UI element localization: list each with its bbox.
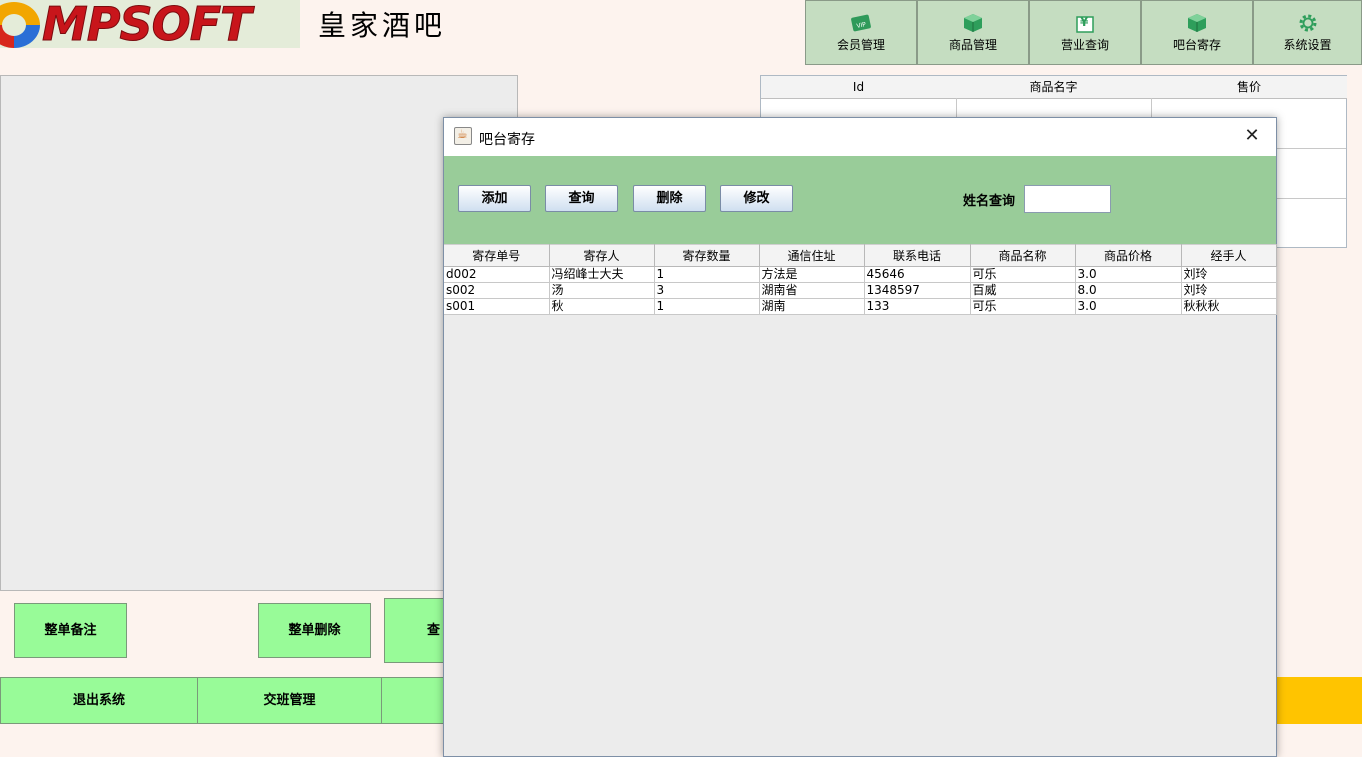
table-cell[interactable]: 8.0 [1075, 282, 1182, 299]
box-icon [962, 12, 984, 34]
column-header[interactable]: 通信住址 [759, 244, 865, 267]
nav-business-query[interactable]: ¥ 营业查询 [1029, 0, 1141, 65]
app-title: 皇家酒吧 [318, 9, 447, 42]
dialog-title: 吧台寄存 [479, 132, 535, 148]
orange-button[interactable] [1276, 677, 1362, 724]
storage-table: 寄存单号 寄存人 寄存数量 通信住址 联系电话 商品名称 商品价格 经手人 d0… [444, 244, 1277, 315]
order-delete-button[interactable]: 整单删除 [258, 603, 371, 658]
nav-bar-storage[interactable]: 吧台寄存 [1141, 0, 1253, 65]
table-row[interactable]: s002 汤 3 湖南省 1348597 百威 8.0 刘玲 [444, 282, 1277, 299]
table-cell[interactable]: 3 [654, 282, 760, 299]
table-cell[interactable]: 百威 [970, 282, 1076, 299]
column-header[interactable]: 售价 [1151, 76, 1347, 99]
table-cell[interactable]: 方法是 [759, 266, 865, 283]
column-header[interactable]: 商品名字 [956, 76, 1152, 99]
table-header-row: 寄存单号 寄存人 寄存数量 通信住址 联系电话 商品名称 商品价格 经手人 [444, 244, 1277, 267]
table-cell[interactable]: d002 [444, 266, 550, 283]
order-note-button[interactable]: 整单备注 [14, 603, 127, 658]
java-cup-icon [454, 127, 472, 145]
edit-button[interactable]: 修改 [720, 185, 793, 212]
table-cell[interactable]: 45646 [864, 266, 971, 283]
column-header[interactable]: 寄存数量 [654, 244, 760, 267]
table-cell[interactable]: 湖南省 [759, 282, 865, 299]
table-cell[interactable]: 秋秋秋 [1181, 298, 1277, 315]
nav-label: 商品管理 [948, 38, 997, 52]
name-search-input[interactable] [1024, 185, 1111, 213]
table-cell[interactable]: s001 [444, 298, 550, 315]
logo: MPSOFT [0, 0, 300, 48]
table-cell[interactable]: 3.0 [1075, 298, 1182, 315]
gear-icon [1297, 12, 1319, 34]
column-header[interactable]: 商品名称 [970, 244, 1076, 267]
table-cell[interactable]: 汤 [549, 282, 655, 299]
exit-system-button[interactable]: 退出系统 [0, 677, 198, 724]
order-panel [0, 75, 518, 591]
logo-mark-icon [0, 2, 40, 48]
svg-text:¥: ¥ [1080, 15, 1089, 29]
add-button[interactable]: 添加 [458, 185, 531, 212]
table-cell[interactable]: 1 [654, 298, 760, 315]
vip-card-icon: VIP [850, 12, 872, 34]
logo-text: MPSOFT [42, 0, 253, 48]
dialog-titlebar[interactable]: 吧台寄存 ✕ [444, 118, 1276, 156]
column-header[interactable]: 经手人 [1181, 244, 1277, 267]
delete-button[interactable]: 删除 [633, 185, 706, 212]
nav-member-management[interactable]: VIP 会员管理 [805, 0, 917, 65]
query-button[interactable]: 查询 [545, 185, 618, 212]
column-header[interactable]: Id [761, 76, 957, 99]
table-cell[interactable]: 1348597 [864, 282, 971, 299]
column-header[interactable]: 联系电话 [864, 244, 971, 267]
bottom-button[interactable] [381, 677, 451, 724]
column-header[interactable]: 寄存人 [549, 244, 655, 267]
table-cell[interactable]: 1 [654, 266, 760, 283]
table-cell[interactable]: 133 [864, 298, 971, 315]
bar-storage-dialog: 吧台寄存 ✕ 添加 查询 删除 修改 姓名查询 寄存单号 寄存人 寄存数量 通信… [443, 117, 1277, 757]
table-row[interactable]: s001 秋 1 湖南 133 可乐 3.0 秋秋秋 [444, 298, 1277, 315]
nav-product-management[interactable]: 商品管理 [917, 0, 1029, 65]
table-cell[interactable]: 可乐 [970, 266, 1076, 283]
dialog-toolbar: 添加 查询 删除 修改 姓名查询 [444, 156, 1276, 244]
shift-management-button[interactable]: 交班管理 [197, 677, 382, 724]
table-cell[interactable]: 秋 [549, 298, 655, 315]
table-row[interactable]: d002 冯绍峰士大夫 1 方法是 45646 可乐 3.0 刘玲 [444, 266, 1277, 283]
table-cell[interactable]: s002 [444, 282, 550, 299]
table-cell[interactable]: 刘玲 [1181, 266, 1277, 283]
nav-label: 会员管理 [836, 38, 885, 52]
table-cell[interactable]: 3.0 [1075, 266, 1182, 283]
nav-label: 吧台寄存 [1172, 38, 1221, 52]
table-cell[interactable]: 湖南 [759, 298, 865, 315]
table-cell[interactable]: 刘玲 [1181, 282, 1277, 299]
nav-label: 营业查询 [1060, 38, 1109, 52]
column-header[interactable]: 寄存单号 [444, 244, 550, 267]
table-cell[interactable]: 可乐 [970, 298, 1076, 315]
close-icon[interactable]: ✕ [1240, 124, 1264, 148]
yen-icon: ¥ [1074, 12, 1096, 34]
column-header[interactable]: 商品价格 [1075, 244, 1182, 267]
nav-label: 系统设置 [1283, 38, 1332, 52]
name-search-label: 姓名查询 [963, 194, 1016, 209]
nav-system-settings[interactable]: 系统设置 [1253, 0, 1362, 65]
box-icon [1186, 12, 1208, 34]
table-cell[interactable]: 冯绍峰士大夫 [549, 266, 655, 283]
